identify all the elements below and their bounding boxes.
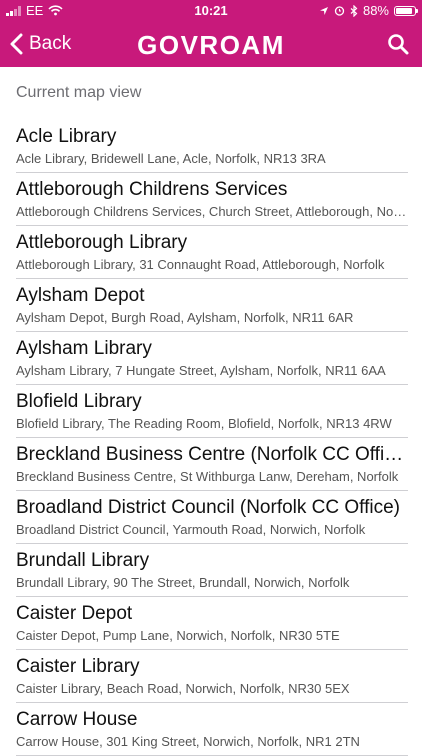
list-item[interactable]: Broadland District Council (Norfolk CC O…: [0, 491, 422, 544]
list-item-title: Acle Library: [16, 126, 117, 147]
list-item-address: Brundall Library, 90 The Street, Brundal…: [16, 575, 350, 590]
list-item[interactable]: Caister Depot Caister Depot, Pump Lane, N…: [0, 597, 422, 650]
list-item-title: Caister Depot: [16, 603, 133, 624]
list-item-title: Aylsham Depot: [16, 285, 145, 306]
bluetooth-icon: [350, 4, 358, 17]
list-item[interactable]: Attleborough Library Attleborough Library…: [0, 226, 422, 279]
battery-icon: [394, 5, 418, 16]
list-item-address: Acle Library, Bridewell Lane, Acle, Norf…: [16, 151, 326, 166]
list-item[interactable]: Blofield Library Blofield Library, The Re…: [0, 385, 422, 438]
list-item-title: Aylsham Library: [16, 338, 152, 359]
list-item[interactable]: Aylsham Depot Aylsham Depot, Burgh Road, …: [0, 279, 422, 332]
alarm-icon: [334, 6, 345, 16]
list-item[interactable]: Brundall Library Brundall Library, 90 The…: [0, 544, 422, 597]
list-item-title: Attleborough Library: [16, 232, 188, 253]
list-item-address: Caister Library, Beach Road, Norwich, No…: [16, 681, 350, 696]
list-item[interactable]: Carrow House Carrow House, 301 King Stree…: [0, 703, 422, 756]
list-item-address: Broadland District Council, Yarmouth Roa…: [16, 522, 366, 537]
list-item[interactable]: Attleborough Childrens Services Attleboro…: [0, 173, 422, 226]
list-item-title: Caister Library: [16, 656, 140, 677]
list-item-address: Carrow House, 301 King Street, Norwich, …: [16, 734, 360, 749]
list-item-title: Breckland Business Centre (Norfolk CC Of…: [16, 444, 410, 465]
list-item-title: Blofield Library: [16, 391, 142, 412]
list-item-address: Aylsham Library, 7 Hungate Street, Aylsh…: [16, 363, 386, 378]
location-list: Acle Library Acle Library, Bridewell Lane…: [0, 120, 422, 756]
search-icon[interactable]: [386, 32, 410, 56]
list-item-address: Attleborough Library, 31 Connaught Road,…: [16, 257, 385, 272]
list-item[interactable]: Caister Library Caister Library, Beach Ro…: [0, 650, 422, 703]
location-arrow-icon: [319, 6, 328, 15]
nav-bar: Back GOVROAM: [0, 22, 422, 67]
list-item[interactable]: Acle Library Acle Library, Bridewell Lane…: [0, 120, 422, 173]
list-item[interactable]: Aylsham Library Aylsham Library, 7 Hungat…: [0, 332, 422, 385]
app-logo: GOVROAM: [137, 30, 285, 60]
status-bar: EE 10:21 88%: [0, 0, 422, 22]
list-item-address: Blofield Library, The Reading Room, Blof…: [16, 416, 392, 431]
battery-percent: 88%: [362, 3, 389, 18]
list-item-address: Caister Depot, Pump Lane, Norwich, Norfo…: [16, 628, 340, 643]
status-right: 88%: [319, 3, 418, 18]
section-header: Current map view: [16, 84, 142, 101]
list-item-title: Carrow House: [16, 709, 138, 730]
list-item-address: Aylsham Depot, Burgh Road, Aylsham, Norf…: [16, 310, 354, 325]
battery-fill: [396, 7, 412, 14]
header-bar: EE 10:21 88% Back GOVROAM: [0, 0, 422, 67]
list-item-title: Broadland District Council (Norfolk CC O…: [16, 497, 400, 518]
list-item-address: Attleborough Childrens Services, Church …: [16, 204, 410, 219]
list-item-address: Breckland Business Centre, St Withburga …: [16, 469, 399, 484]
list-item-title: Brundall Library: [16, 550, 150, 571]
list-item-title: Attleborough Childrens Services: [16, 179, 288, 200]
list-item[interactable]: Breckland Business Centre (Norfolk CC Of…: [0, 438, 422, 491]
